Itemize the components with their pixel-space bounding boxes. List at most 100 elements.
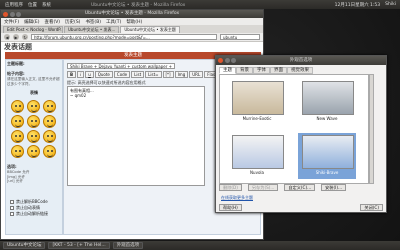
underline-button[interactable]: u (85, 71, 94, 78)
url-bar[interactable]: http://forum.ubuntu.org.cn/posting.php?m… (31, 34, 217, 40)
font-row: Shiki Brave + Dejavu Yuanti + custom wal… (67, 63, 176, 69)
menu-system[interactable]: 系统 (42, 2, 51, 8)
taskbar-item-appearance[interactable]: 外观首选项 (112, 242, 144, 249)
bold-button[interactable]: B (67, 71, 77, 78)
menu-view[interactable]: 查看(V) (44, 19, 60, 25)
tab-fonts[interactable]: 字体 (253, 67, 270, 74)
minimize-icon[interactable] (9, 11, 15, 17)
smiley-icon[interactable] (11, 130, 24, 143)
disable-bbcode-checkbox[interactable] (10, 200, 14, 204)
disable-smilies-label: 禁止自动表情 (16, 205, 40, 210)
theme-item-new-wave[interactable]: New Wave (298, 79, 356, 125)
smiley-icon[interactable] (11, 145, 24, 158)
theme-name: Shiki-Brave (315, 170, 339, 175)
message-textarea[interactable]: 有图有真相... ~ qm02 (67, 86, 205, 186)
user-name[interactable]: Shiki (385, 2, 396, 8)
menu-history[interactable]: 历史(S) (65, 19, 80, 25)
menu-places[interactable]: 位置 (28, 2, 37, 8)
delete-theme-button[interactable]: 删除(D) (219, 184, 242, 191)
tab-wordpress[interactable]: Edit Post < Noclog - WordP... (3, 26, 63, 33)
theme-item-shiki-brave[interactable]: Shiki-Brave (298, 133, 356, 179)
close-icon[interactable] (3, 11, 8, 17)
smiley-icon[interactable] (11, 100, 24, 113)
menu-help[interactable]: 帮助(H) (126, 19, 142, 25)
firefox-titlebar[interactable]: Ubuntu中文论坛 • 发表主题 - Mozilla Firefox (1, 10, 263, 18)
taskbar-item-forum[interactable]: Ubuntu中文论坛 (3, 242, 46, 249)
ordered-list-button[interactable]: List= (145, 71, 162, 78)
italic-button[interactable]: i (77, 71, 85, 78)
disable-magic-url-checkbox[interactable] (10, 212, 14, 216)
theme-item-murrine-exotic[interactable]: Murrine-Exotic (228, 79, 286, 125)
smiley-icon[interactable] (27, 130, 40, 143)
help-button[interactable]: 帮助(H) (219, 204, 242, 211)
smiley-icon[interactable] (27, 115, 40, 128)
minimize-icon[interactable] (224, 57, 230, 63)
firefox-menubar: 文件(F) 编辑(E) 查看(V) 历史(S) 书签(B) 工具(T) 帮助(H… (1, 18, 263, 25)
menu-tools[interactable]: 工具(T) (106, 19, 121, 25)
close-icon[interactable] (218, 57, 223, 63)
theme-list: Murrine-Exotic New Wave Nuvola Shiki-Bra… (219, 74, 369, 184)
message-hint: 请在这里输入正文, 这里不允许超过多少个字符。 (7, 77, 60, 86)
smiley-icon[interactable] (43, 130, 56, 143)
disable-smilies-checkbox[interactable] (10, 206, 14, 210)
bottom-panel: Ubuntu中文论坛 [KKT - 53 - [+ The Hel... 外观首… (0, 241, 400, 250)
theme-name: Murrine-Exotic (242, 116, 272, 121)
theme-preview (302, 81, 354, 115)
search-input[interactable]: ubuntu (220, 34, 260, 40)
tab-background[interactable]: 背景 (236, 67, 253, 74)
clock[interactable]: 12月11日星期六 1:53 (335, 2, 381, 8)
menu-file[interactable]: 文件(F) (4, 19, 19, 25)
menu-applications[interactable]: 应用程序 (5, 2, 23, 8)
menu-bookmarks[interactable]: 书签(B) (85, 19, 101, 25)
tab-theme[interactable]: 主题 (219, 67, 236, 74)
close-button[interactable]: 关闭(C) (360, 204, 383, 211)
back-icon[interactable]: ◀ (4, 34, 10, 40)
reload-icon[interactable]: ↻ (22, 34, 28, 40)
theme-preview (302, 135, 354, 169)
theme-preview (232, 81, 284, 115)
active-window-title: Ubuntu中文论坛 • 发表主题 - Mozilla Firefox (91, 2, 186, 8)
smiley-icon[interactable] (43, 100, 56, 113)
theme-actions: 删除(D) 另存为(S)... 自定义(C)... 安装(I)... (219, 184, 346, 191)
subject-input[interactable]: Shiki Brave + Dejavu Yuanti + custom wal… (67, 63, 176, 69)
page-title: 发表话题 (4, 43, 32, 51)
dialog-tabs: 主题 背景 字体 界面 视觉效果 (219, 67, 313, 74)
disable-bbcode-label: 禁止解析BBCode (16, 199, 48, 204)
smiley-grid (11, 100, 61, 158)
list-button[interactable]: List (131, 71, 145, 78)
smiley-icon[interactable] (27, 100, 40, 113)
maximize-icon[interactable] (16, 11, 21, 17)
customize-button[interactable]: 自定义(C)... (284, 184, 316, 191)
smileys-label: 表情 (30, 90, 38, 95)
dialog-title: 外观首选项 (289, 58, 313, 63)
smiley-icon[interactable] (11, 115, 24, 128)
img-button[interactable]: Img (174, 71, 189, 78)
taskbar-item-chat[interactable]: [KKT - 53 - [+ The Hel... (48, 242, 110, 249)
url-status: [url] 允许 (7, 179, 23, 183)
dialog-button-row: 帮助(H) 关闭(C) (219, 204, 383, 211)
get-more-themes-link[interactable]: 在线获取更多主题 (221, 195, 253, 201)
tab-visual-effects[interactable]: 视觉效果 (287, 67, 313, 74)
navigation-toolbar: ◀ ▶ ↻ http://forum.ubuntu.org.cn/posting… (1, 33, 263, 42)
maximize-icon[interactable] (231, 57, 236, 63)
code-button[interactable]: Code (113, 71, 131, 78)
smiley-icon[interactable] (27, 145, 40, 158)
tab-interface[interactable]: 界面 (270, 67, 287, 74)
forward-icon[interactable]: ▶ (13, 34, 19, 40)
save-as-button[interactable]: 另存为(S)... (247, 184, 279, 191)
firefox-title: Ubuntu中文论坛 • 发表主题 - Mozilla Firefox (84, 11, 180, 16)
theme-name: Nuvola (250, 170, 264, 175)
list-item-button[interactable]: [*] (162, 71, 174, 78)
url-button[interactable]: URL (189, 71, 204, 78)
smiley-icon[interactable] (43, 145, 56, 158)
subject-label: 主题标题: (7, 61, 25, 66)
install-button[interactable]: 安装(I)... (321, 184, 346, 191)
tab-forum-1[interactable]: Ubuntu中文论坛 • 发表... (64, 26, 120, 33)
tab-forum-post[interactable]: Ubuntu中文论坛 • 发表主题 (120, 26, 180, 33)
dialog-titlebar[interactable]: 外观首选项 (216, 56, 386, 65)
menu-edit[interactable]: 编辑(E) (24, 19, 39, 25)
theme-list-scrollbar[interactable] (369, 74, 374, 184)
smiley-icon[interactable] (43, 115, 56, 128)
theme-item-nuvola[interactable]: Nuvola (228, 133, 286, 179)
quote-button[interactable]: Quote (94, 71, 113, 78)
